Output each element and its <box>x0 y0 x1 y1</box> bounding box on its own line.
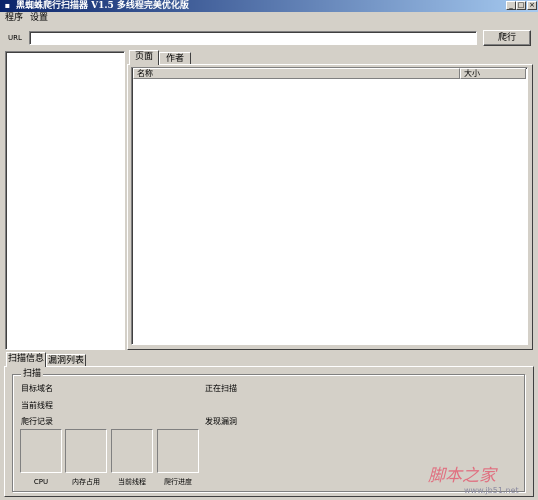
column-header-name[interactable]: 名称 <box>133 68 460 79</box>
url-label: URL <box>8 34 22 42</box>
watermark-url: www.jb51.net <box>464 486 519 495</box>
url-input[interactable] <box>29 31 477 45</box>
memory-caption: 内存占用 <box>72 478 100 486</box>
scan-group-title: 扫描 <box>21 369 44 380</box>
title-bar[interactable]: ▪ 黑蜘蛛爬行扫描器 V1.5 多线程完美优化版 _ □ × <box>0 0 538 12</box>
target-domain-label: 目标域名 <box>21 384 53 393</box>
thread-caption: 当前线程 <box>118 478 146 486</box>
menu-bar: 程序 设置 <box>0 12 538 24</box>
crawl-progress-caption: 爬行进度 <box>164 478 192 486</box>
tab-scan-info[interactable]: 扫描信息 <box>6 352 46 367</box>
crawl-progress-meter <box>157 429 199 473</box>
thread-meter <box>111 429 153 473</box>
site-tree-panel[interactable] <box>5 51 125 350</box>
menu-settings[interactable]: 设置 <box>30 12 48 24</box>
cpu-caption: CPU <box>33 478 49 486</box>
app-icon[interactable]: ▪ <box>3 1 12 10</box>
menu-program[interactable]: 程序 <box>5 12 23 24</box>
found-vuln-label: 发现漏洞 <box>205 417 237 426</box>
cpu-meter <box>20 429 62 473</box>
column-header-size[interactable]: 大小 <box>460 68 526 79</box>
minimize-button[interactable]: _ <box>506 1 516 10</box>
memory-meter <box>65 429 107 473</box>
maximize-button[interactable]: □ <box>516 1 526 10</box>
pages-list[interactable]: 名称 大小 <box>131 67 528 345</box>
pages-tab-panel: 名称 大小 <box>127 64 533 350</box>
current-thread-label: 当前线程 <box>21 401 53 410</box>
close-button[interactable]: × <box>527 1 537 10</box>
crawl-button[interactable]: 爬行 <box>483 30 531 46</box>
crawl-log-label: 爬行记录 <box>21 417 53 426</box>
watermark-text: 脚本之家 <box>428 466 496 486</box>
scanning-label: 正在扫描 <box>205 384 237 393</box>
window-title: 黑蜘蛛爬行扫描器 V1.5 多线程完美优化版 <box>16 1 189 11</box>
tab-pages[interactable]: 页面 <box>129 50 159 65</box>
